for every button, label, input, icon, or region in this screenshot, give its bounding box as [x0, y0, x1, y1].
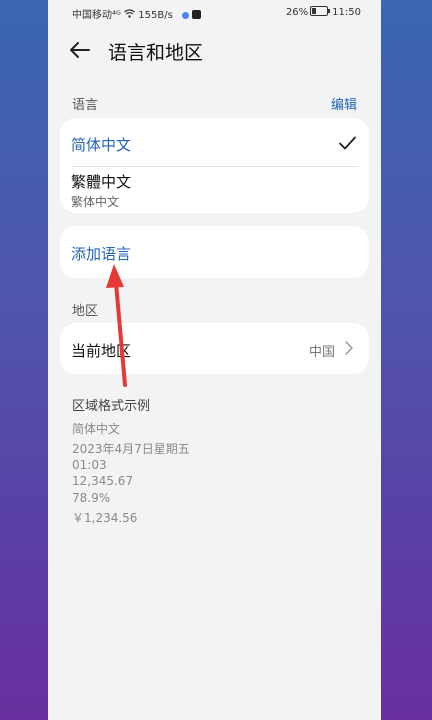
clock: 11:50 [332, 7, 361, 18]
chevron-right-icon [343, 340, 355, 356]
format-example-line: 12,345.67 [72, 474, 134, 488]
format-example-line: ￥1,234.56 [72, 511, 138, 525]
current-region-value: 中国 [308, 345, 335, 360]
page-title: 语言和地区 [108, 42, 204, 64]
language-item-traditional[interactable]: 繁體中文 繁体中文 [60, 167, 369, 213]
back-arrow-icon[interactable] [68, 38, 92, 62]
app-notification-icon [191, 10, 201, 19]
status-bar: 中国移动⁴ᴳ 155B/s 26% 11:50 [48, 0, 381, 24]
network-type: ⁴ᴳ [112, 10, 121, 21]
current-region-label: 当前地区 [71, 342, 132, 360]
language-item-sublabel: 繁体中文 [71, 195, 120, 209]
carrier-label: 中国移动 [72, 10, 112, 21]
language-list-card: 简体中文 繁體中文 繁体中文 [60, 118, 369, 213]
format-example-line: 2023年4月7日星期五 [72, 442, 190, 456]
network-speed: 155B/s [138, 10, 173, 21]
wifi-icon [124, 9, 138, 21]
add-language-button[interactable]: 添加语言 [71, 243, 131, 264]
battery-icon [310, 6, 331, 16]
edit-button[interactable]: 编辑 [331, 94, 357, 113]
battery-percent: 26% [285, 7, 309, 18]
check-icon [337, 133, 357, 153]
header: 语言和地区 [48, 28, 381, 72]
language-item-simplified[interactable]: 简体中文 [60, 118, 369, 166]
language-item-label: 繁體中文 [71, 173, 132, 191]
current-region-row[interactable]: 当前地区 中国 [60, 323, 369, 374]
format-example-line: 简体中文 [72, 422, 121, 436]
phone-screen: 中国移动⁴ᴳ 155B/s 26% 11:50 语言和地区 语言 编辑 简体中文 … [48, 0, 381, 720]
format-example-line: 01:03 [72, 458, 107, 472]
format-example-line: 78.9% [72, 491, 111, 505]
region-section-label: 地区 [72, 304, 99, 319]
notification-dot-icon [181, 12, 189, 19]
language-item-label: 简体中文 [71, 136, 132, 154]
add-language-card[interactable]: 添加语言 [60, 226, 369, 278]
format-example-title: 区域格式示例 [72, 399, 151, 414]
language-section-label: 语言 [72, 98, 99, 113]
